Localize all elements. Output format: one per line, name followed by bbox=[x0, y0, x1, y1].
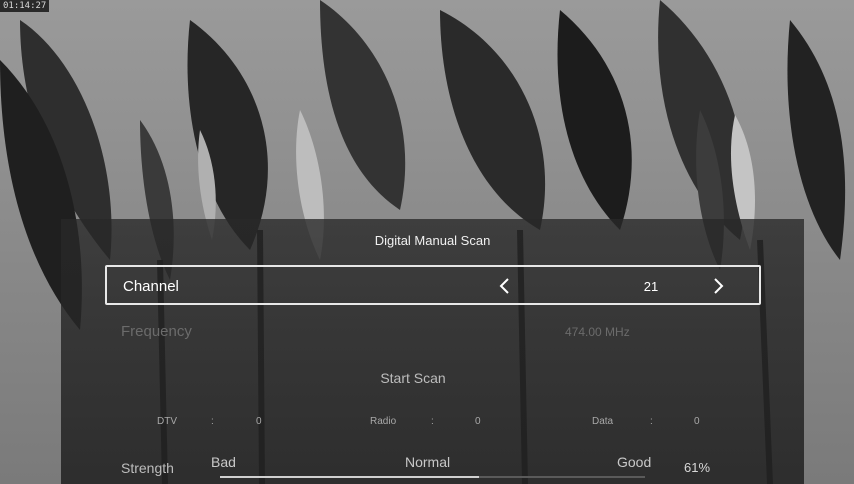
data-separator: : bbox=[650, 416, 653, 427]
strength-scale-good: Good bbox=[617, 454, 652, 470]
strength-label: Strength bbox=[121, 460, 174, 476]
data-count: 0 bbox=[694, 416, 700, 427]
dtv-label: DTV bbox=[157, 416, 177, 427]
dialog-title: Digital Manual Scan bbox=[374, 233, 491, 248]
channel-value: 21 bbox=[643, 279, 659, 294]
strength-bar-fill bbox=[220, 476, 480, 478]
frequency-label: Frequency bbox=[121, 323, 192, 340]
data-label: Data bbox=[592, 416, 614, 427]
strength-percent: 61% bbox=[684, 460, 711, 475]
chevron-left-icon[interactable] bbox=[495, 275, 515, 297]
channel-label: Channel bbox=[123, 278, 179, 295]
strength-scale-normal: Normal bbox=[405, 454, 451, 470]
chevron-right-icon[interactable] bbox=[708, 275, 728, 297]
frequency-value: 474.00 MHz bbox=[565, 325, 630, 339]
channel-row[interactable]: Channel 21 bbox=[105, 265, 761, 305]
clock-display: 01:14:27 bbox=[0, 0, 50, 12]
radio-label: Radio bbox=[370, 416, 397, 427]
radio-separator: : bbox=[431, 416, 434, 427]
strength-scale-bad: Bad bbox=[211, 454, 236, 470]
manual-scan-dialog: Digital Manual Scan Channel 21 Frequency… bbox=[61, 219, 804, 484]
start-scan-button[interactable]: Start Scan bbox=[361, 367, 465, 389]
strength-bar bbox=[220, 476, 645, 478]
radio-count: 0 bbox=[475, 416, 481, 427]
dtv-count: 0 bbox=[256, 416, 262, 427]
dtv-separator: : bbox=[211, 416, 214, 427]
